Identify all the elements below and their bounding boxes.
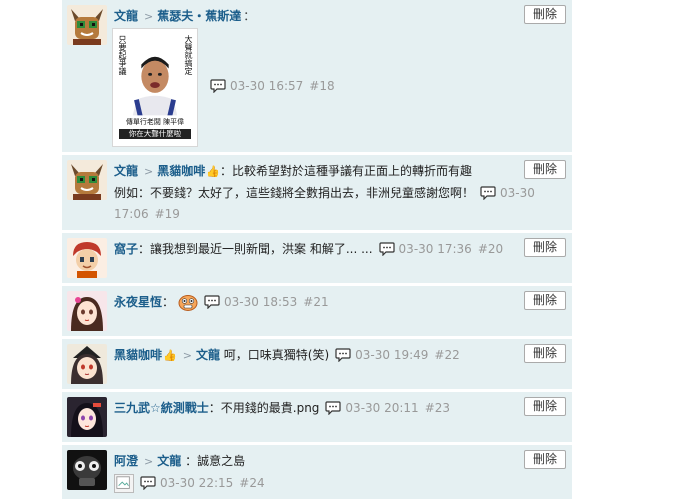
comment-thread: 文龍 > 蕉瑟夫・蕉斯達： 大聲就搞定 只要起爭議 傳單行老闆 陳平偉 你在大聲什麼… bbox=[62, 0, 572, 499]
reply-bubble-icon[interactable] bbox=[325, 401, 342, 415]
reply-bubble-icon[interactable] bbox=[480, 186, 496, 200]
comment-24: 阿澄 > 文龍 ：誠意之島 03-30 22:15 #24 刪除 bbox=[62, 445, 572, 499]
username[interactable]: 阿澄 bbox=[114, 454, 138, 468]
timestamp-date: 03-30 bbox=[500, 186, 535, 200]
timestamp: 03-30 17:36 bbox=[398, 242, 472, 256]
reply-to-username[interactable]: 文龍 bbox=[196, 348, 220, 362]
delete-button[interactable]: 刪除 bbox=[524, 344, 566, 363]
avatar[interactable] bbox=[67, 344, 107, 384]
image-caption: 你在大聲什麼啦 bbox=[119, 129, 191, 139]
reply-to-username[interactable]: 黑貓咖啡 bbox=[157, 164, 205, 178]
comment-21: 永夜星恆： 03-30 18:53 #21 刪除 bbox=[62, 286, 572, 336]
comment-text: 例如：不要錢？太好了，這些錢將全數捐出去，非洲兒童感謝您啊！ bbox=[114, 186, 475, 200]
thumbs-up-icon: 👍 bbox=[163, 349, 177, 362]
delete-button[interactable]: 刪除 bbox=[524, 160, 566, 179]
reply-bubble-icon[interactable] bbox=[204, 295, 220, 309]
avatar[interactable] bbox=[67, 160, 107, 200]
broken-image-icon[interactable] bbox=[114, 474, 134, 493]
reply-bubble-icon[interactable] bbox=[210, 79, 226, 93]
username[interactable]: 三九武☆統測戰士 bbox=[114, 401, 209, 415]
reply-bubble-icon[interactable] bbox=[335, 348, 351, 362]
comment-text: ：不用錢的最貴.png bbox=[208, 401, 320, 415]
floor-number[interactable]: #19 bbox=[155, 207, 180, 221]
reply-to-username[interactable]: 蕉瑟夫・蕉斯達 bbox=[157, 9, 241, 23]
username[interactable]: 永夜星恆 bbox=[114, 295, 162, 309]
reply-arrow-icon: > bbox=[144, 165, 154, 178]
thumbs-up-icon: 👍 bbox=[206, 165, 220, 178]
username[interactable]: 文龍 bbox=[114, 9, 138, 23]
floor-number[interactable]: #24 bbox=[239, 476, 264, 490]
comment-text: ： bbox=[243, 9, 256, 23]
floor-number[interactable]: #22 bbox=[434, 348, 459, 362]
delete-button[interactable]: 刪除 bbox=[524, 5, 566, 24]
username[interactable]: 黑貓咖啡 bbox=[114, 348, 162, 362]
floor-number[interactable]: #20 bbox=[478, 242, 503, 256]
timestamp: 03-30 18:53 bbox=[224, 295, 298, 309]
timestamp: 03-30 19:49 bbox=[355, 348, 429, 362]
avatar[interactable] bbox=[67, 291, 107, 331]
avatar[interactable] bbox=[67, 238, 107, 278]
avatar[interactable] bbox=[67, 5, 107, 45]
floor-number[interactable]: #18 bbox=[309, 79, 334, 93]
emoticon-icon bbox=[178, 293, 198, 311]
timestamp: 03-30 16:57 bbox=[230, 79, 304, 93]
comment-text: ：讓我想到最近一則新聞，洪案 和解了... ... bbox=[138, 242, 373, 256]
comment-text: ：比較希望對於這種爭議有正面上的轉折而有趣 bbox=[219, 164, 472, 178]
delete-button[interactable]: 刪除 bbox=[524, 238, 566, 257]
reply-arrow-icon: > bbox=[144, 455, 154, 468]
username[interactable]: 文龍 bbox=[114, 164, 138, 178]
reply-to-username[interactable]: 文龍 bbox=[157, 454, 181, 468]
comment-20: 窩子：讓我想到最近一則新聞，洪案 和解了... ... 03-30 17:36 #2… bbox=[62, 233, 572, 283]
timestamp: 03-30 20:11 bbox=[345, 401, 419, 415]
avatar[interactable] bbox=[67, 450, 107, 490]
floor-number[interactable]: #21 bbox=[303, 295, 328, 309]
reply-arrow-icon: > bbox=[144, 10, 154, 23]
comment-18: 文龍 > 蕉瑟夫・蕉斯達： 大聲就搞定 只要起爭議 傳單行老闆 陳平偉 你在大聲什麼… bbox=[62, 0, 572, 152]
comment-23: 三九武☆統測戰士：不用錢的最貴.png 03-30 20:11 #23 刪除 bbox=[62, 392, 572, 442]
posted-image[interactable]: 大聲就搞定 只要起爭議 傳單行老闆 陳平偉 你在大聲什麼啦 bbox=[112, 28, 198, 147]
image-caption: 只要起爭議 bbox=[118, 35, 127, 75]
username[interactable]: 窩子 bbox=[114, 242, 138, 256]
comment-text: 呵，口味真獨特(笑) bbox=[223, 348, 330, 362]
image-caption: 傳單行老闆 陳平偉 bbox=[125, 118, 185, 126]
timestamp-time: 17:06 bbox=[114, 207, 149, 221]
comment-19: 文龍 > 黑貓咖啡👍：比較希望對於這種爭議有正面上的轉折而有趣 例如：不要錢？太好了… bbox=[62, 155, 572, 230]
delete-button[interactable]: 刪除 bbox=[524, 397, 566, 416]
image-caption: 大聲就搞定 bbox=[184, 35, 193, 75]
comment-text: ：誠意之島 bbox=[185, 454, 246, 468]
comment-text: ： bbox=[162, 295, 175, 309]
reply-arrow-icon: > bbox=[182, 349, 192, 362]
delete-button[interactable]: 刪除 bbox=[524, 450, 566, 469]
floor-number[interactable]: #23 bbox=[425, 401, 450, 415]
reply-bubble-icon[interactable] bbox=[140, 476, 156, 490]
reply-bubble-icon[interactable] bbox=[378, 242, 395, 256]
comment-22: 黑貓咖啡👍 > 文龍 呵，口味真獨特(笑) 03-30 19:49 #22 刪除 bbox=[62, 339, 572, 389]
timestamp: 03-30 22:15 bbox=[160, 476, 234, 490]
delete-button[interactable]: 刪除 bbox=[524, 291, 566, 310]
avatar[interactable] bbox=[67, 397, 107, 437]
